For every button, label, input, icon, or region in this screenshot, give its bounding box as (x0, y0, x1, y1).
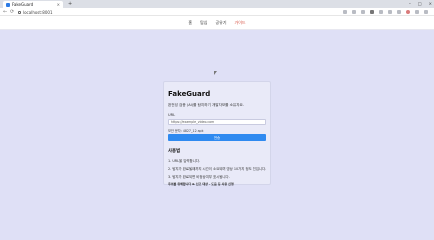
lock-icon (18, 10, 21, 14)
nav-guide[interactable]: 가이드 (235, 20, 246, 26)
list-item: 2. 탐지가 완료될때까지 시간이 소요되며 영상 10가지 정도 진입니다. (168, 167, 267, 171)
split-screen-icon[interactable] (379, 10, 383, 14)
extension-icon[interactable] (370, 10, 374, 14)
favicon-icon (6, 2, 10, 7)
favorites-icon[interactable] (388, 10, 392, 14)
page-description: 완전성 검증 (AI)를 탐지하기 개발자모를 소유자요. (168, 103, 244, 107)
new-tab-button[interactable]: + (68, 1, 72, 7)
zoom-icon[interactable] (352, 10, 356, 14)
refresh-icon[interactable]: ⟳ (10, 9, 14, 15)
address-bar[interactable]: localhost:8001 (18, 9, 52, 15)
minimize-button[interactable]: – (409, 1, 411, 6)
list-item: 3. 탐지가 완료되면 비정상여부 표시됩니다. (168, 175, 230, 179)
collections-icon[interactable] (397, 10, 401, 14)
list-item: 1. URL을 입력합니다. (168, 159, 200, 163)
fakeguard-card: FakeGuard 완전성 검증 (AI)를 탐지하기 개발자모를 소유자요. … (163, 81, 271, 186)
window-controls: – □ × (409, 1, 432, 6)
submit-button[interactable]: 전송 (168, 134, 266, 141)
back-icon[interactable]: ← (3, 9, 7, 15)
maximize-button[interactable]: □ (418, 1, 422, 6)
mouse-cursor-icon (214, 71, 217, 75)
footnote: 주의를 위해합니다 & 신고 대상 - 도움 등 사용 신청 (168, 182, 234, 186)
site-nav: 홈 탐심 공유기 가이드 (0, 16, 434, 30)
browser-tab[interactable]: FakeGuard × (3, 1, 63, 8)
steps-list: 1. URL을 입력합니다. 2. 탐지가 완료될때까지 시간이 소요되며 영상… (168, 158, 266, 179)
url-label: URL (168, 113, 176, 117)
nav-share[interactable]: 공유기 (215, 20, 226, 26)
close-window-button[interactable]: × (429, 1, 432, 6)
page-title: FakeGuard (168, 90, 211, 98)
howto-title: 사용법 (168, 149, 181, 154)
nav-detect[interactable]: 탐심 (200, 20, 207, 26)
captcha-text: 보안 문자: 4827_12 apk (168, 129, 204, 133)
browser-toolbar: ← ⟳ localhost:8001 (0, 8, 434, 16)
more-menu-icon[interactable] (415, 10, 419, 14)
favorite-star-icon[interactable] (361, 10, 365, 14)
copilot-icon[interactable] (424, 10, 428, 14)
address-url[interactable]: localhost:8001 (23, 10, 52, 15)
tab-title: FakeGuard (12, 2, 34, 7)
url-input[interactable]: https://example_video.com (168, 119, 266, 125)
toolbar-icons (343, 10, 428, 14)
read-aloud-icon[interactable] (343, 10, 347, 14)
browser-tab-bar: FakeGuard × + – □ × (0, 0, 434, 8)
nav-home[interactable]: 홈 (188, 20, 192, 26)
profile-avatar-icon[interactable] (406, 10, 410, 14)
tab-close-icon[interactable]: × (57, 2, 60, 7)
